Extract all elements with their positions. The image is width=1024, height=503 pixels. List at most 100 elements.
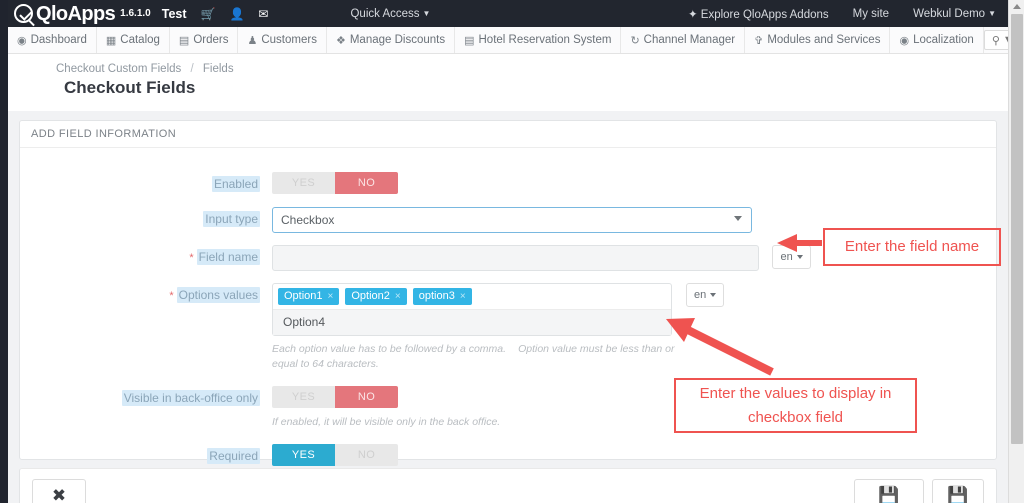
cart-icon[interactable]: 🛒 xyxy=(201,8,216,20)
options-values-tag-box[interactable]: Option1 × Option2 × option3 × Option4 xyxy=(272,283,672,336)
options-values-input[interactable]: Option4 xyxy=(273,309,671,335)
required-asterisk: * xyxy=(189,252,194,264)
visible-no-option[interactable]: NO xyxy=(335,386,398,409)
quick-access-label: Quick Access xyxy=(350,7,420,20)
annotation-text: Enter the field name xyxy=(844,238,980,256)
envelope-icon[interactable]: ✉ xyxy=(258,8,268,20)
menu-label: Hotel Reservation System xyxy=(478,34,612,46)
visible-back-office-hint: If enabled, it will be visible only in t… xyxy=(272,416,501,429)
annotation-text-line1: Enter the values to display in xyxy=(699,385,892,403)
enabled-toggle[interactable]: YES NO xyxy=(272,172,398,194)
refresh-icon: ↻ xyxy=(630,34,640,47)
menu-item-orders[interactable]: ▤ Orders xyxy=(170,27,239,53)
label-text: Visible in back-office only xyxy=(121,390,260,407)
breadcrumb: Checkout Custom Fields / Fields xyxy=(56,63,234,75)
save-button[interactable]: 💾 Save xyxy=(932,479,984,503)
remove-tag-icon[interactable]: × xyxy=(460,291,466,302)
language-code: en xyxy=(780,251,793,263)
floppy-disk-icon: 💾 xyxy=(947,486,969,503)
enabled-no-option[interactable]: NO xyxy=(335,172,398,194)
remove-tag-icon[interactable]: × xyxy=(328,291,334,302)
options-values-inline: Option1 × Option2 × option3 × Option4 en xyxy=(272,283,996,336)
bed-icon: ▤ xyxy=(464,34,475,47)
control-options-values: Option1 × Option2 × option3 × Option4 en… xyxy=(272,283,996,372)
panel-heading: ADD FIELD INFORMATION xyxy=(20,121,996,148)
label-text: Required xyxy=(207,447,260,464)
menu-item-catalog[interactable]: ▦ Catalog xyxy=(97,27,170,53)
option-tag-label: Option2 xyxy=(351,290,390,302)
menu-label: Dashboard xyxy=(30,34,87,46)
app-root: QloApps 1.6.1.0 Test 🛒 👤 ✉ Quick Access ▼… xyxy=(0,0,1024,503)
speedometer-icon: ◉ xyxy=(17,34,27,47)
label-text: Enabled xyxy=(211,176,260,192)
menu-item-modules-and-services[interactable]: ✞ Modules and Services xyxy=(745,27,891,53)
label-field-name: * Field name xyxy=(20,245,272,265)
floppy-disk-icon: 💾 xyxy=(878,486,900,503)
globe-icon: ◉ xyxy=(899,34,910,47)
breadcrumb-separator: / xyxy=(190,63,194,75)
option-tag-label: Option1 xyxy=(284,290,323,302)
label-input-type: Input type xyxy=(20,207,272,227)
scroll-up-arrow-icon[interactable] xyxy=(1013,4,1021,9)
browser-scrollbar[interactable] xyxy=(1008,0,1024,503)
menu-item-channel-manager[interactable]: ↻ Channel Manager xyxy=(621,27,746,53)
required-no-option[interactable]: NO xyxy=(335,443,398,466)
field-name-input[interactable] xyxy=(272,245,759,271)
breadcrumb-parent[interactable]: Checkout Custom Fields xyxy=(56,63,181,75)
left-rail xyxy=(0,0,8,503)
version-label: 1.6.1.0 xyxy=(120,8,151,19)
label-enabled: Enabled xyxy=(20,172,272,192)
menu-item-customers[interactable]: ♟ Customers xyxy=(238,27,327,53)
breadcrumb-current: Fields xyxy=(202,63,234,75)
annotation-options-values-note: Enter the values to display in checkbox … xyxy=(674,378,917,433)
options-tag-list: Option1 × Option2 × option3 × xyxy=(278,288,666,309)
account-menu[interactable]: Webkul Demo ▼ xyxy=(901,8,1008,20)
logo-text: QloApps xyxy=(36,2,116,25)
close-icon: ✖ xyxy=(51,486,67,503)
option-tag[interactable]: Option1 × xyxy=(278,288,340,305)
input-type-select[interactable]: Checkbox xyxy=(272,207,752,233)
chevron-down-icon: ▼ xyxy=(988,8,996,18)
explore-addons-link[interactable]: ✦ Explore QloApps Addons xyxy=(676,7,841,21)
visible-back-office-toggle[interactable]: YES NO xyxy=(272,386,398,409)
my-site-link[interactable]: My site xyxy=(841,8,901,20)
content-area: ADD FIELD INFORMATION Enabled YES NO Inp… xyxy=(8,111,1008,503)
save-and-stay-button[interactable]: 💾 Save and stay xyxy=(854,479,924,503)
options-values-hint: Each option value has to be followed by … xyxy=(272,342,692,372)
menu-item-localization[interactable]: ◉ Localization xyxy=(890,27,984,53)
menu-label: Modules and Services xyxy=(767,34,881,46)
control-enabled: YES NO xyxy=(272,172,996,194)
required-yes-option[interactable]: YES xyxy=(272,443,335,466)
remove-tag-icon[interactable]: × xyxy=(395,291,401,302)
option-tag[interactable]: Option2 × xyxy=(345,288,407,305)
account-label: Webkul Demo xyxy=(913,7,986,20)
menu-label: Catalog xyxy=(120,34,160,46)
brand-logo[interactable]: QloApps 1.6.1.0 Test xyxy=(14,4,187,24)
options-values-language-button[interactable]: en xyxy=(686,283,725,307)
top-bar: QloApps 1.6.1.0 Test 🛒 👤 ✉ Quick Access ▼… xyxy=(8,0,1008,27)
form-row-required: Required YES NO xyxy=(20,443,996,466)
cancel-button[interactable]: ✖ Cancel xyxy=(32,479,86,503)
label-text: Field name xyxy=(196,249,260,265)
people-icon: ♟ xyxy=(247,34,258,47)
chevron-down-icon xyxy=(796,255,803,259)
menu-item-manage-discounts[interactable]: ❖ Manage Discounts xyxy=(327,27,456,53)
scrollbar-thumb[interactable] xyxy=(1011,14,1023,444)
option-tag[interactable]: option3 × xyxy=(412,288,472,305)
page-header: Checkout Custom Fields / Fields Checkout… xyxy=(8,54,1008,111)
field-name-language-button[interactable]: en xyxy=(772,245,811,269)
required-toggle[interactable]: YES NO xyxy=(272,443,398,466)
quick-access-menu[interactable]: Quick Access ▼ xyxy=(338,8,442,20)
annotation-field-name-note: Enter the field name xyxy=(823,228,1001,266)
menu-item-dashboard[interactable]: ◉ Dashboard xyxy=(8,27,97,53)
menu-item-hotel-reservation-system[interactable]: ▤ Hotel Reservation System xyxy=(455,27,622,53)
my-site-label: My site xyxy=(852,7,890,20)
label-required: Required xyxy=(20,444,272,464)
enabled-yes-option[interactable]: YES xyxy=(272,172,335,194)
menu-label: Channel Manager xyxy=(643,34,736,46)
label-options-values: * Options values xyxy=(20,283,272,303)
user-icon[interactable]: 👤 xyxy=(229,8,244,20)
qloapps-logo-icon xyxy=(14,4,33,23)
book-icon: ▦ xyxy=(105,34,117,47)
visible-yes-option[interactable]: YES xyxy=(272,386,335,409)
